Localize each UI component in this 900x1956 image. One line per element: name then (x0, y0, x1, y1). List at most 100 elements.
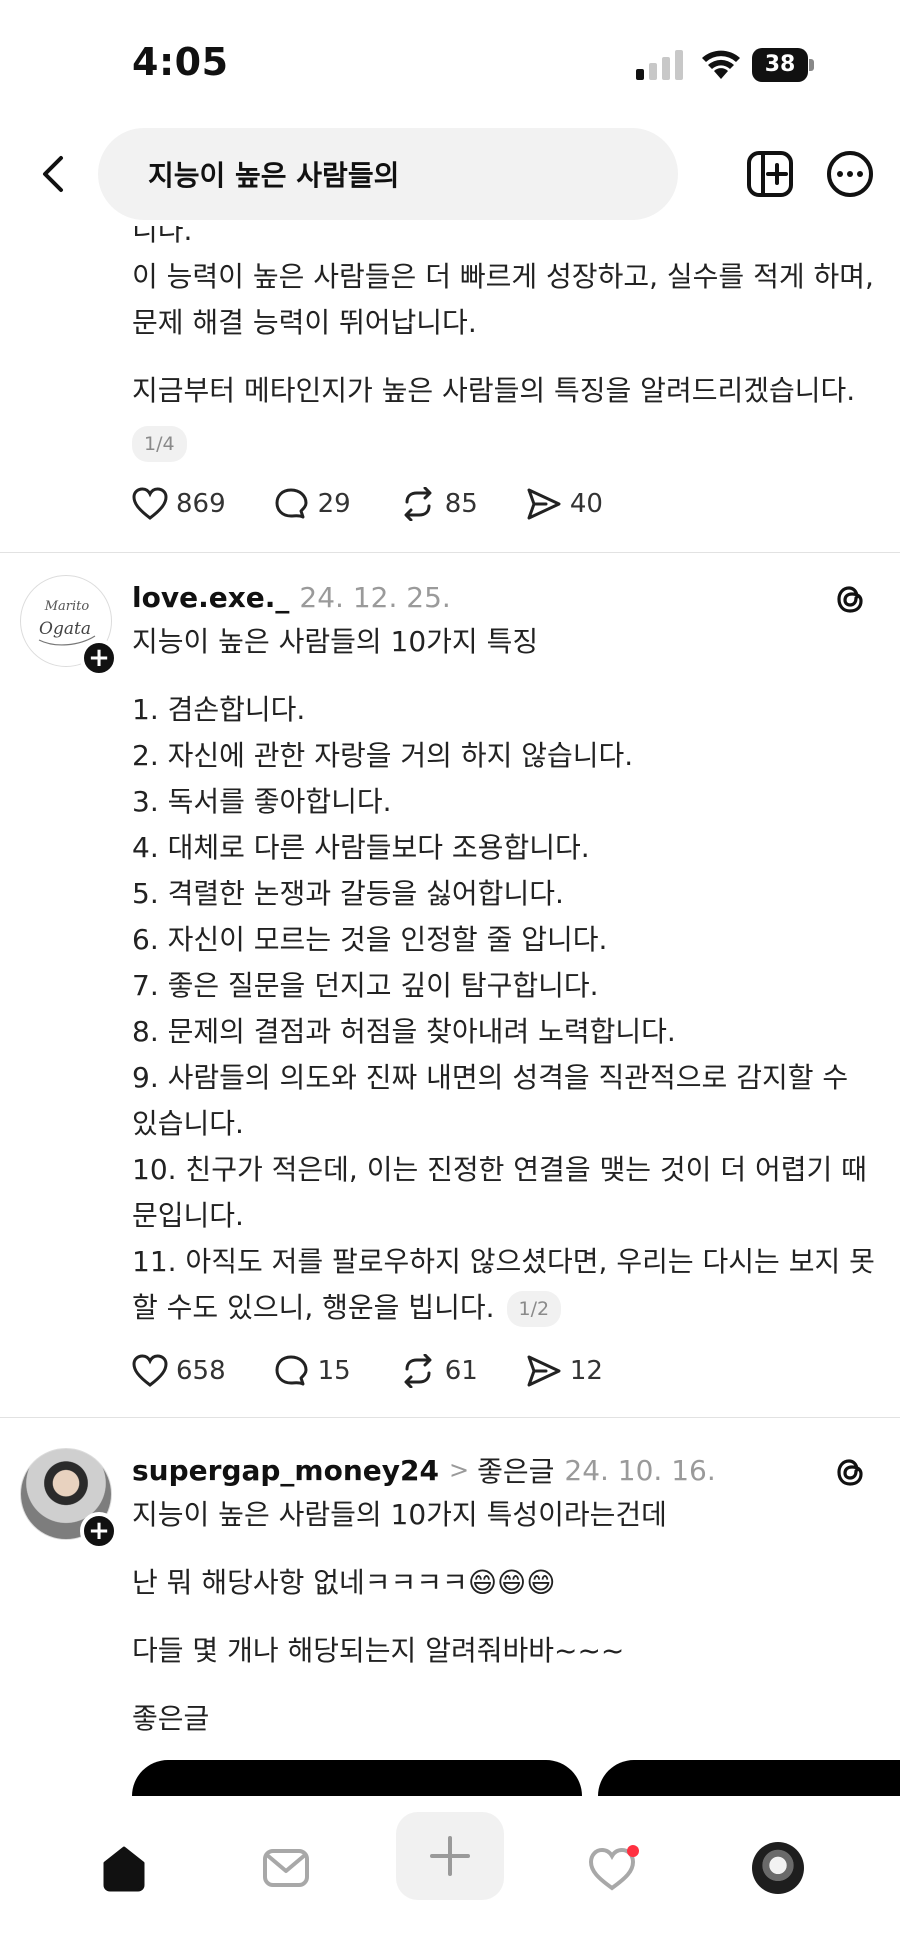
post-line: 난 뭐 해당사항 없네ㅋㅋㅋㅋ😄😄😄 (132, 1566, 556, 1599)
battery-icon: 38 (752, 48, 814, 82)
new-post-icon (747, 151, 793, 197)
post-2[interactable]: Marito Ogata + love.exe._ 24. 12. 25. 지능… (0, 553, 900, 1418)
activity-icon (588, 1845, 639, 1891)
repost-count: 61 (444, 1356, 478, 1386)
comment-icon (275, 1355, 308, 1386)
comment-button[interactable]: 29 (274, 487, 351, 521)
inbox-icon (263, 1849, 309, 1887)
home-icon (103, 1846, 145, 1892)
image-page-indicator: 1/2 (506, 1291, 562, 1327)
status-time: 4:05 (132, 40, 229, 84)
list-item: 11. 아직도 저를 팔로우하지 않으셨다면, 우리는 다시는 보지 못할 수도… (132, 1239, 877, 1331)
post-meta: supergap_money24 > 좋은글 24. 10. 16. (132, 1448, 877, 1492)
media-image[interactable] (598, 1760, 900, 1796)
like-button[interactable]: 658 (132, 1354, 226, 1388)
repost-button[interactable]: 61 (399, 1354, 478, 1388)
nav-inbox[interactable] (256, 1838, 316, 1898)
repost-count: 85 (444, 489, 478, 519)
media-carousel[interactable] (132, 1760, 900, 1796)
threads-logo-icon[interactable] (830, 579, 870, 619)
list-item-text: 4. 대체로 다른 사람들보다 조용합니다. (132, 831, 590, 864)
list-item-text: 9. 사람들의 의도와 진짜 내면의 성격을 직관적으로 감지할 수 있습니다. (132, 1061, 858, 1140)
author-username[interactable]: supergap_money24 (132, 1454, 439, 1487)
search-input[interactable]: 지능이 높은 사람들의 (98, 128, 678, 220)
send-icon (527, 488, 561, 520)
follow-plus-button[interactable]: + (80, 1512, 118, 1550)
search-results-feed[interactable]: 니다. 이 능력이 높은 사람들은 더 빠르게 성장하고, 실수를 적게 하며,… (0, 226, 900, 1796)
more-icon (827, 151, 873, 197)
list-item-text: 11. 아직도 저를 팔로우하지 않으셨다면, 우리는 다시는 보지 못할 수도… (132, 1245, 875, 1324)
send-icon (527, 1355, 561, 1387)
heart-icon (132, 487, 168, 520)
author-username[interactable]: love.exe._ (132, 581, 289, 614)
svg-text:Marito: Marito (44, 599, 90, 614)
post-actions: 658 15 61 12 (132, 1341, 877, 1401)
list-item: 4. 대체로 다른 사람들보다 조용합니다. (132, 825, 877, 871)
nav-home[interactable] (94, 1838, 154, 1898)
bottom-navigation (0, 1796, 900, 1956)
search-query: 지능이 높은 사람들의 (148, 159, 400, 192)
list-item-text: 10. 친구가 적은데, 이는 진정한 연결을 맺는 것이 더 어렵기 때문입니… (132, 1153, 867, 1232)
cellular-signal-icon (636, 50, 683, 80)
list-item: 1. 겸손합니다. (132, 687, 877, 733)
list-item-text: 8. 문제의 결점과 허점을 찾아내려 노력합니다. (132, 1015, 676, 1048)
post-date: 24. 12. 25. (299, 580, 451, 614)
post-body: 니다. 이 능력이 높은 사람들은 더 빠르게 성장하고, 실수를 적게 하며,… (132, 226, 877, 414)
threads-logo-icon[interactable] (830, 1452, 870, 1492)
back-arrow-icon (43, 156, 63, 192)
comment-count: 15 (317, 1356, 351, 1386)
repost-icon (404, 1354, 432, 1388)
post-meta: love.exe._ 24. 12. 25. (132, 575, 877, 619)
list-item: 8. 문제의 결점과 허점을 찾아내려 노력합니다. (132, 1009, 877, 1055)
status-bar: 4:05 38 (0, 0, 900, 120)
share-count: 12 (569, 1356, 603, 1386)
list-item-text: 1. 겸손합니다. (132, 693, 306, 726)
list-item: 5. 격렬한 논쟁과 갈등을 싫어합니다. (132, 871, 877, 917)
comment-icon (275, 488, 308, 519)
list-item-text: 6. 자신이 모르는 것을 인정할 줄 압니다. (132, 923, 608, 956)
image-page-indicator: 1/4 (132, 426, 187, 462)
post-actions: 869 29 85 40 (132, 474, 877, 534)
list-item: 7. 좋은 질문을 던지고 깊이 탐구합니다. (132, 963, 877, 1009)
new-post-button[interactable] (742, 146, 798, 202)
topic-tag[interactable]: 좋은글 (477, 1450, 554, 1490)
follow-plus-button[interactable]: + (80, 639, 118, 677)
share-count: 40 (569, 489, 603, 519)
back-button[interactable] (24, 144, 84, 204)
nav-compose[interactable] (396, 1812, 504, 1900)
wifi-icon (702, 50, 740, 79)
comment-count: 29 (317, 489, 351, 519)
like-count: 869 (176, 489, 226, 519)
list-item: 2. 자신에 관한 자랑을 거의 하지 않습니다. (132, 733, 877, 779)
list-item-text: 3. 독서를 좋아합니다. (132, 785, 392, 818)
list-item-text: 5. 격렬한 논쟁과 갈등을 싫어합니다. (132, 877, 564, 910)
post-body: 지능이 높은 사람들의 10가지 특징 1. 겸손합니다. 2. 자신에 관한 자… (132, 619, 877, 1331)
post-paragraph: 니다. 이 능력이 높은 사람들은 더 빠르게 성장하고, 실수를 적게 하며,… (132, 226, 874, 339)
like-count: 658 (176, 1356, 226, 1386)
media-image[interactable] (132, 1760, 582, 1796)
nav-activity[interactable] (584, 1838, 644, 1898)
topic-chevron: > (448, 1456, 470, 1484)
compose-icon (430, 1836, 470, 1876)
list-item-text: 7. 좋은 질문을 던지고 깊이 탐구합니다. (132, 969, 599, 1002)
list-item: 9. 사람들의 의도와 진짜 내면의 성격을 직관적으로 감지할 수 있습니다. (132, 1055, 877, 1147)
post-3[interactable]: + supergap_money24 > 좋은글 24. 10. 16. 지능이… (0, 1418, 900, 1796)
post-1[interactable]: 니다. 이 능력이 높은 사람들은 더 빠르게 성장하고, 실수를 적게 하며,… (0, 226, 900, 553)
repost-button[interactable]: 85 (399, 487, 478, 521)
share-button[interactable]: 12 (526, 1354, 603, 1388)
heart-icon (132, 1354, 168, 1387)
list-item: 6. 자신이 모르는 것을 인정할 줄 압니다. (132, 917, 877, 963)
post-list: 1. 겸손합니다. 2. 자신에 관한 자랑을 거의 하지 않습니다. 3. 독서를… (132, 687, 877, 1331)
list-item-text: 2. 자신에 관한 자랑을 거의 하지 않습니다. (132, 739, 634, 772)
repost-icon (404, 487, 432, 521)
nav-profile[interactable] (748, 1838, 808, 1898)
post-line: 지능이 높은 사람들의 10가지 특성이라는건데 (132, 1498, 667, 1531)
share-button[interactable]: 40 (526, 487, 603, 521)
author-avatar[interactable]: + (20, 1448, 118, 1550)
comment-button[interactable]: 15 (274, 1354, 351, 1388)
post-date: 24. 10. 16. (564, 1453, 716, 1487)
like-button[interactable]: 869 (132, 487, 226, 521)
author-avatar[interactable]: Marito Ogata + (20, 575, 118, 677)
more-options-button[interactable] (822, 146, 878, 202)
svg-text:Ogata: Ogata (39, 619, 91, 639)
